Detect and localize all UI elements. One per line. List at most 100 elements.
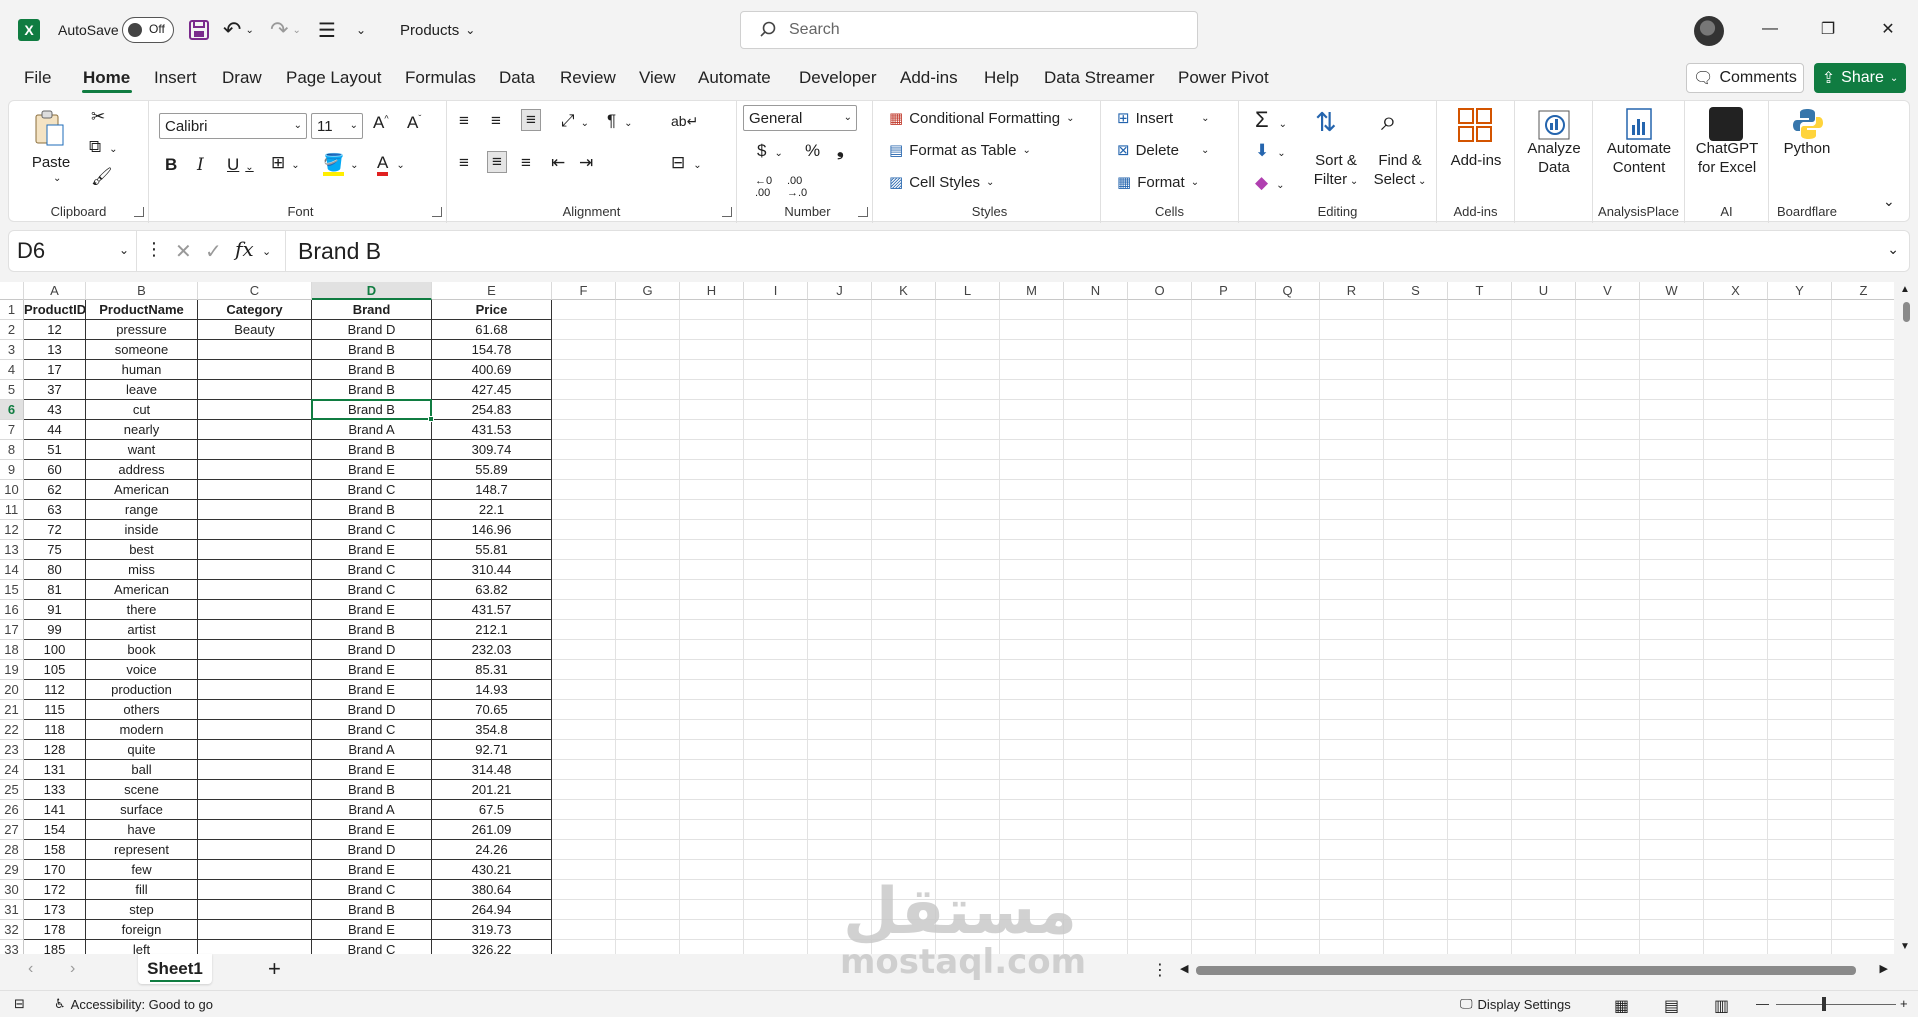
sort-filter-button[interactable]: Sort & Filter ⌄ (1301, 151, 1371, 191)
table-cell[interactable]: 60 (24, 460, 86, 480)
table-cell[interactable]: left (86, 940, 198, 954)
cancel-icon[interactable]: ✕ (175, 239, 192, 264)
table-cell[interactable]: 43 (24, 400, 86, 420)
insert-cells-button[interactable]: ⊞ Insert ⌄ (1117, 109, 1209, 128)
table-header-cell[interactable]: Brand (312, 300, 432, 320)
tab-file[interactable]: File (24, 68, 51, 88)
zoom-out-icon[interactable]: — (1756, 996, 1769, 1011)
borders-icon[interactable]: ⊞ ⌄ (271, 153, 300, 173)
row-header[interactable]: 20 (0, 680, 24, 700)
table-cell[interactable]: 314.48 (432, 760, 552, 780)
scroll-thumb[interactable] (1903, 302, 1910, 322)
table-cell[interactable]: 133 (24, 780, 86, 800)
table-cell[interactable] (198, 500, 312, 520)
table-cell[interactable]: someone (86, 340, 198, 360)
table-cell[interactable]: Brand E (312, 760, 432, 780)
table-cell[interactable]: have (86, 820, 198, 840)
add-sheet-icon[interactable]: + (268, 956, 281, 982)
table-cell[interactable]: step (86, 900, 198, 920)
table-cell[interactable]: 310.44 (432, 560, 552, 580)
column-header-h[interactable]: H (680, 282, 744, 300)
chatgpt-button[interactable]: ChatGPT for Excel (1685, 139, 1769, 177)
column-header-d[interactable]: D (312, 282, 432, 300)
table-cell[interactable]: Brand B (312, 340, 432, 360)
table-cell[interactable]: 254.83 (432, 400, 552, 420)
format-painter-icon[interactable]: 🖌 (91, 167, 113, 187)
row-header[interactable]: 16 (0, 600, 24, 620)
table-cell[interactable] (198, 920, 312, 940)
addins-button-label[interactable]: Add-ins (1437, 151, 1515, 170)
column-header-z[interactable]: Z (1832, 282, 1896, 300)
table-cell[interactable]: Brand A (312, 800, 432, 820)
table-cell[interactable] (198, 400, 312, 420)
table-cell[interactable] (198, 540, 312, 560)
increase-indent-icon[interactable]: ⇥ (579, 153, 593, 173)
table-cell[interactable]: Brand E (312, 540, 432, 560)
autosave-toggle[interactable]: Off (122, 17, 174, 43)
column-header-x[interactable]: X (1704, 282, 1768, 300)
comments-button[interactable]: 🗨 Comments (1686, 63, 1804, 93)
table-cell[interactable]: 431.57 (432, 600, 552, 620)
dialog-launcher-icon[interactable] (858, 207, 868, 217)
table-cell[interactable]: 22.1 (432, 500, 552, 520)
table-cell[interactable]: 13 (24, 340, 86, 360)
number-format-select[interactable]: General ⌄ (743, 105, 857, 131)
row-header[interactable]: 1 (0, 300, 24, 320)
table-cell[interactable]: 100 (24, 640, 86, 660)
table-header-cell[interactable]: Price (432, 300, 552, 320)
table-cell[interactable]: 141 (24, 800, 86, 820)
scroll-up-icon[interactable]: ▲ (1900, 284, 1910, 295)
cut-icon[interactable]: ✂ (91, 107, 105, 127)
font-size-select[interactable]: 11 ⌄ (311, 113, 363, 139)
table-cell[interactable]: range (86, 500, 198, 520)
table-cell[interactable]: 55.89 (432, 460, 552, 480)
table-cell[interactable]: 12 (24, 320, 86, 340)
table-cell[interactable] (198, 740, 312, 760)
copy-icon[interactable]: ⧉ ⌄ (89, 137, 118, 157)
column-header-o[interactable]: O (1128, 282, 1192, 300)
close-button[interactable]: ✕ (1868, 14, 1908, 44)
table-cell[interactable]: leave (86, 380, 198, 400)
fill-handle[interactable] (428, 416, 434, 422)
tab-review[interactable]: Review (560, 68, 616, 88)
conditional-formatting-button[interactable]: ▦ Conditional Formatting ⌄ (889, 109, 1075, 128)
table-cell[interactable]: 55.81 (432, 540, 552, 560)
table-cell[interactable]: few (86, 860, 198, 880)
column-header-n[interactable]: N (1064, 282, 1128, 300)
table-cell[interactable]: 319.73 (432, 920, 552, 940)
table-cell[interactable] (198, 480, 312, 500)
table-cell[interactable]: 326.22 (432, 940, 552, 954)
table-cell[interactable]: book (86, 640, 198, 660)
paragraph-list-icon[interactable]: ☰ (318, 16, 336, 44)
restore-button[interactable]: ❐ (1808, 14, 1848, 44)
table-cell[interactable]: fill (86, 880, 198, 900)
table-cell[interactable] (198, 940, 312, 954)
tab-data-streamer[interactable]: Data Streamer (1044, 68, 1155, 88)
table-cell[interactable]: Brand E (312, 600, 432, 620)
minimize-button[interactable]: — (1750, 14, 1790, 44)
table-cell[interactable]: Brand B (312, 360, 432, 380)
row-header[interactable]: 3 (0, 340, 24, 360)
row-header[interactable]: 10 (0, 480, 24, 500)
name-box[interactable]: D6 (9, 231, 137, 271)
zoom-slider-thumb[interactable] (1822, 997, 1826, 1011)
table-cell[interactable] (198, 700, 312, 720)
row-header[interactable]: 19 (0, 660, 24, 680)
page-break-view-icon[interactable]: ▥ (1714, 996, 1729, 1016)
currency-icon[interactable]: $ ⌄ (757, 141, 783, 161)
table-cell[interactable]: 112 (24, 680, 86, 700)
table-cell[interactable] (198, 780, 312, 800)
wrap-text-icon[interactable]: ab↵ (671, 113, 698, 130)
spreadsheet-grid[interactable]: ABCDEFGHIJKLMNOPQRSTUVWXYZ 1 2 3 4 5 6 7 8 9 10 11… (0, 282, 1918, 954)
table-cell[interactable]: 37 (24, 380, 86, 400)
row-header[interactable]: 11 (0, 500, 24, 520)
table-cell[interactable]: 354.8 (432, 720, 552, 740)
table-cell[interactable]: 62 (24, 480, 86, 500)
row-header[interactable]: 8 (0, 440, 24, 460)
redo-icon[interactable]: ↷ ⌄ (270, 16, 301, 44)
table-cell[interactable]: Brand B (312, 380, 432, 400)
table-cell[interactable]: Brand E (312, 680, 432, 700)
decrease-decimal-icon[interactable]: .00 →.0 (787, 175, 807, 199)
bold-icon[interactable]: B (165, 155, 177, 175)
table-cell[interactable]: 61.68 (432, 320, 552, 340)
